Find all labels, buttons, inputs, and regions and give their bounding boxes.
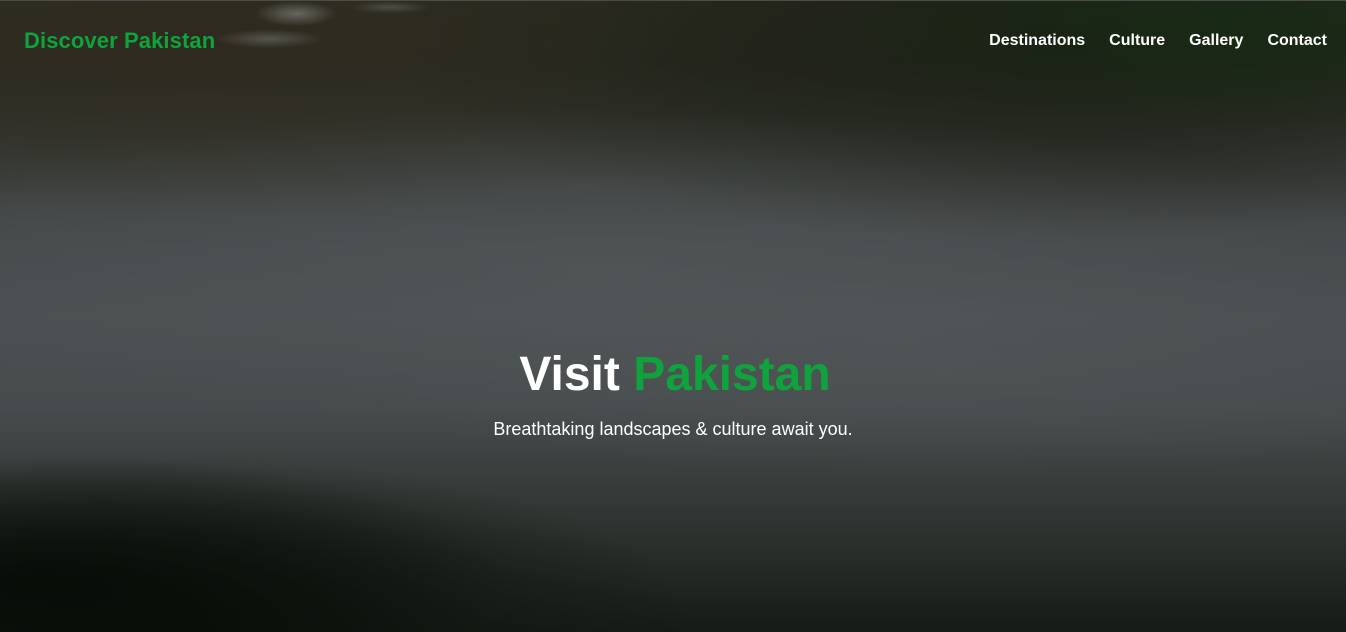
hero-section: Discover Pakistan Destinations Culture G… xyxy=(0,0,1346,632)
hero-title-accent: Pakistan xyxy=(633,348,831,401)
hero-subtitle: Breathtaking landscapes & culture await … xyxy=(493,419,853,439)
nav-link-culture[interactable]: Culture xyxy=(1109,32,1165,49)
hero-title: Visit Pakistan xyxy=(0,346,1346,404)
nav-link-destinations[interactable]: Destinations xyxy=(989,32,1085,49)
hero-content: Visit Pakistan Breathtaking landscapes &… xyxy=(0,346,1346,440)
navbar: Discover Pakistan Destinations Culture G… xyxy=(0,1,1346,81)
hero-title-part1: Visit xyxy=(519,348,620,401)
nav-link-gallery[interactable]: Gallery xyxy=(1189,32,1243,49)
nav-item-gallery: Gallery xyxy=(1189,32,1243,50)
nav-item-contact: Contact xyxy=(1267,32,1327,50)
nav-item-destinations: Destinations xyxy=(989,32,1085,50)
dark-overlay xyxy=(0,1,1346,632)
nav-item-culture: Culture xyxy=(1109,32,1165,50)
nav-link-contact[interactable]: Contact xyxy=(1267,32,1327,49)
brand-logo-link[interactable]: Discover Pakistan xyxy=(24,28,215,54)
nav-links: Destinations Culture Gallery Contact xyxy=(989,32,1327,50)
